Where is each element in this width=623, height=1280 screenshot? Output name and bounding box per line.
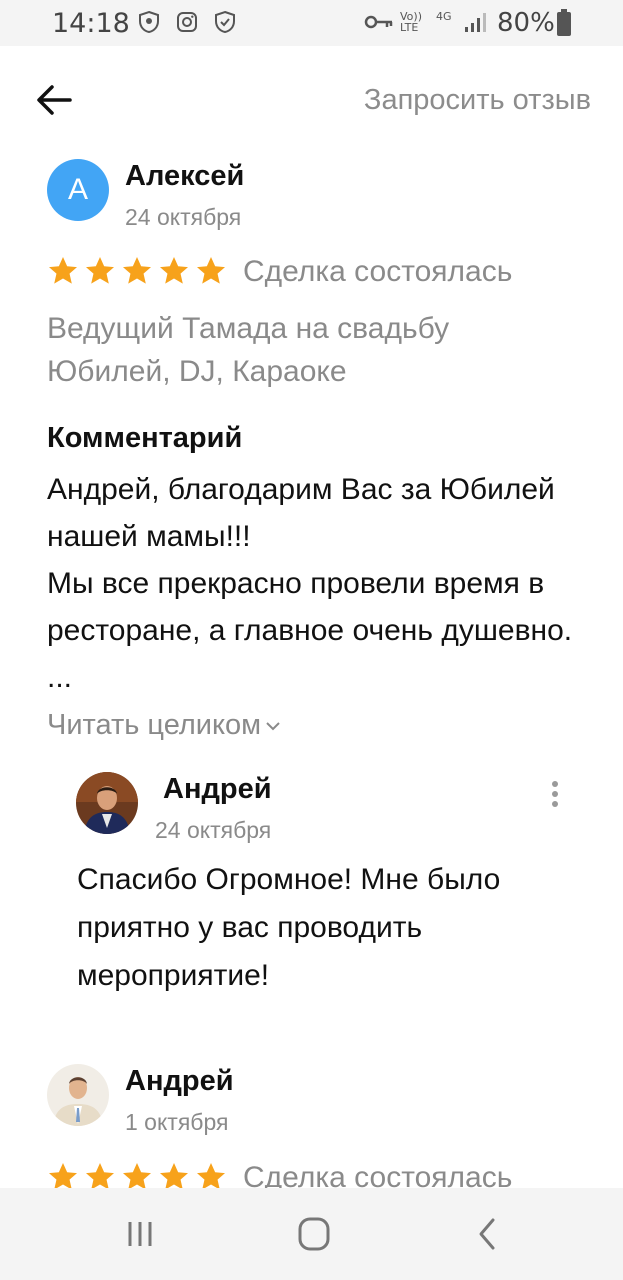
instagram-icon <box>177 12 197 32</box>
request-review-button[interactable]: Запросить отзыв <box>364 84 591 117</box>
app-header: Запросить отзыв <box>0 46 623 154</box>
deal-status: Сделка состоялась <box>243 255 513 288</box>
comment-text: Андрей, благодарим Вас за Юбилей нашей м… <box>47 473 573 694</box>
star-icon <box>86 257 114 284</box>
status-bar: 14:18 Vo)) LTE 4G 80% <box>0 0 623 46</box>
chevron-down-icon <box>266 722 280 731</box>
volte-label: Vo)) LTE <box>400 10 422 34</box>
star-icon <box>49 257 77 284</box>
avatar <box>47 1064 109 1126</box>
recent-apps-icon[interactable] <box>115 1214 165 1254</box>
battery-percent: 80% <box>497 8 555 38</box>
reply-avatar <box>76 772 138 834</box>
network-label: 4G <box>436 10 452 23</box>
back-icon[interactable] <box>463 1214 513 1254</box>
more-options-icon[interactable] <box>543 778 567 814</box>
review-author: Андрей <box>125 1065 234 1097</box>
star-icon <box>197 257 225 284</box>
star-icon <box>160 257 188 284</box>
review-author: Алексей <box>125 160 245 192</box>
review-date: 24 октября <box>125 204 242 230</box>
shield-icon <box>139 10 159 34</box>
home-icon[interactable] <box>289 1214 339 1254</box>
read-more-link[interactable]: Читать целиком <box>47 709 281 742</box>
reply-author: Андрей <box>163 773 272 805</box>
signal-icon <box>465 13 486 32</box>
status-time: 14:18 <box>52 8 130 39</box>
reply-date: 24 октября <box>155 817 272 843</box>
vpn-shield-icon <box>215 10 235 34</box>
service-name: Ведущий Тамада на свадьбу Юбилей, DJ, Ка… <box>47 312 450 388</box>
rating-stars <box>47 255 232 287</box>
comment-heading: Комментарий <box>47 422 243 454</box>
avatar: A <box>47 159 109 221</box>
battery-icon <box>557 9 571 36</box>
star-icon <box>123 257 151 284</box>
arrow-left-icon[interactable] <box>32 82 76 118</box>
system-nav-bar <box>0 1188 623 1280</box>
key-icon <box>364 15 393 29</box>
read-more-label: Читать целиком <box>47 709 262 741</box>
review-date: 1 октября <box>125 1109 229 1135</box>
reply-text: Спасибо Огромное! Мне было приятно у вас… <box>77 863 501 992</box>
